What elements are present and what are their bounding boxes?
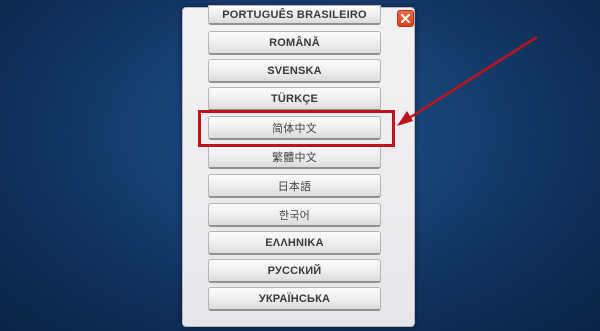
language-button-greek[interactable]: ΕΛΛΗΝΙΚΑ (208, 231, 381, 255)
language-button-japanese[interactable]: 日本語 (208, 174, 381, 198)
language-button-swedish[interactable]: SVENSKA (208, 59, 381, 83)
language-button-korean[interactable]: 한국어 (208, 203, 381, 227)
language-button-russian[interactable]: РУССКИЙ (208, 259, 381, 283)
language-button-portuguese-brazil[interactable]: PORTUGUÊS BRASILEIRO (208, 5, 381, 25)
language-button-traditional-chinese[interactable]: 繁體中文 (208, 145, 381, 169)
language-button-turkish[interactable]: TÜRKÇE (208, 87, 381, 111)
language-button-romanian[interactable]: ROMÂNĂ (208, 31, 381, 55)
highlight-box (198, 110, 395, 147)
language-button-ukrainian[interactable]: УКРАЇНСЬКА (208, 287, 381, 311)
close-button[interactable] (397, 10, 414, 27)
language-dialog: PORTUGUÊS BRASILEIRO ROMÂNĂ SVENSKA TÜRK… (182, 5, 415, 327)
close-icon (401, 14, 410, 23)
